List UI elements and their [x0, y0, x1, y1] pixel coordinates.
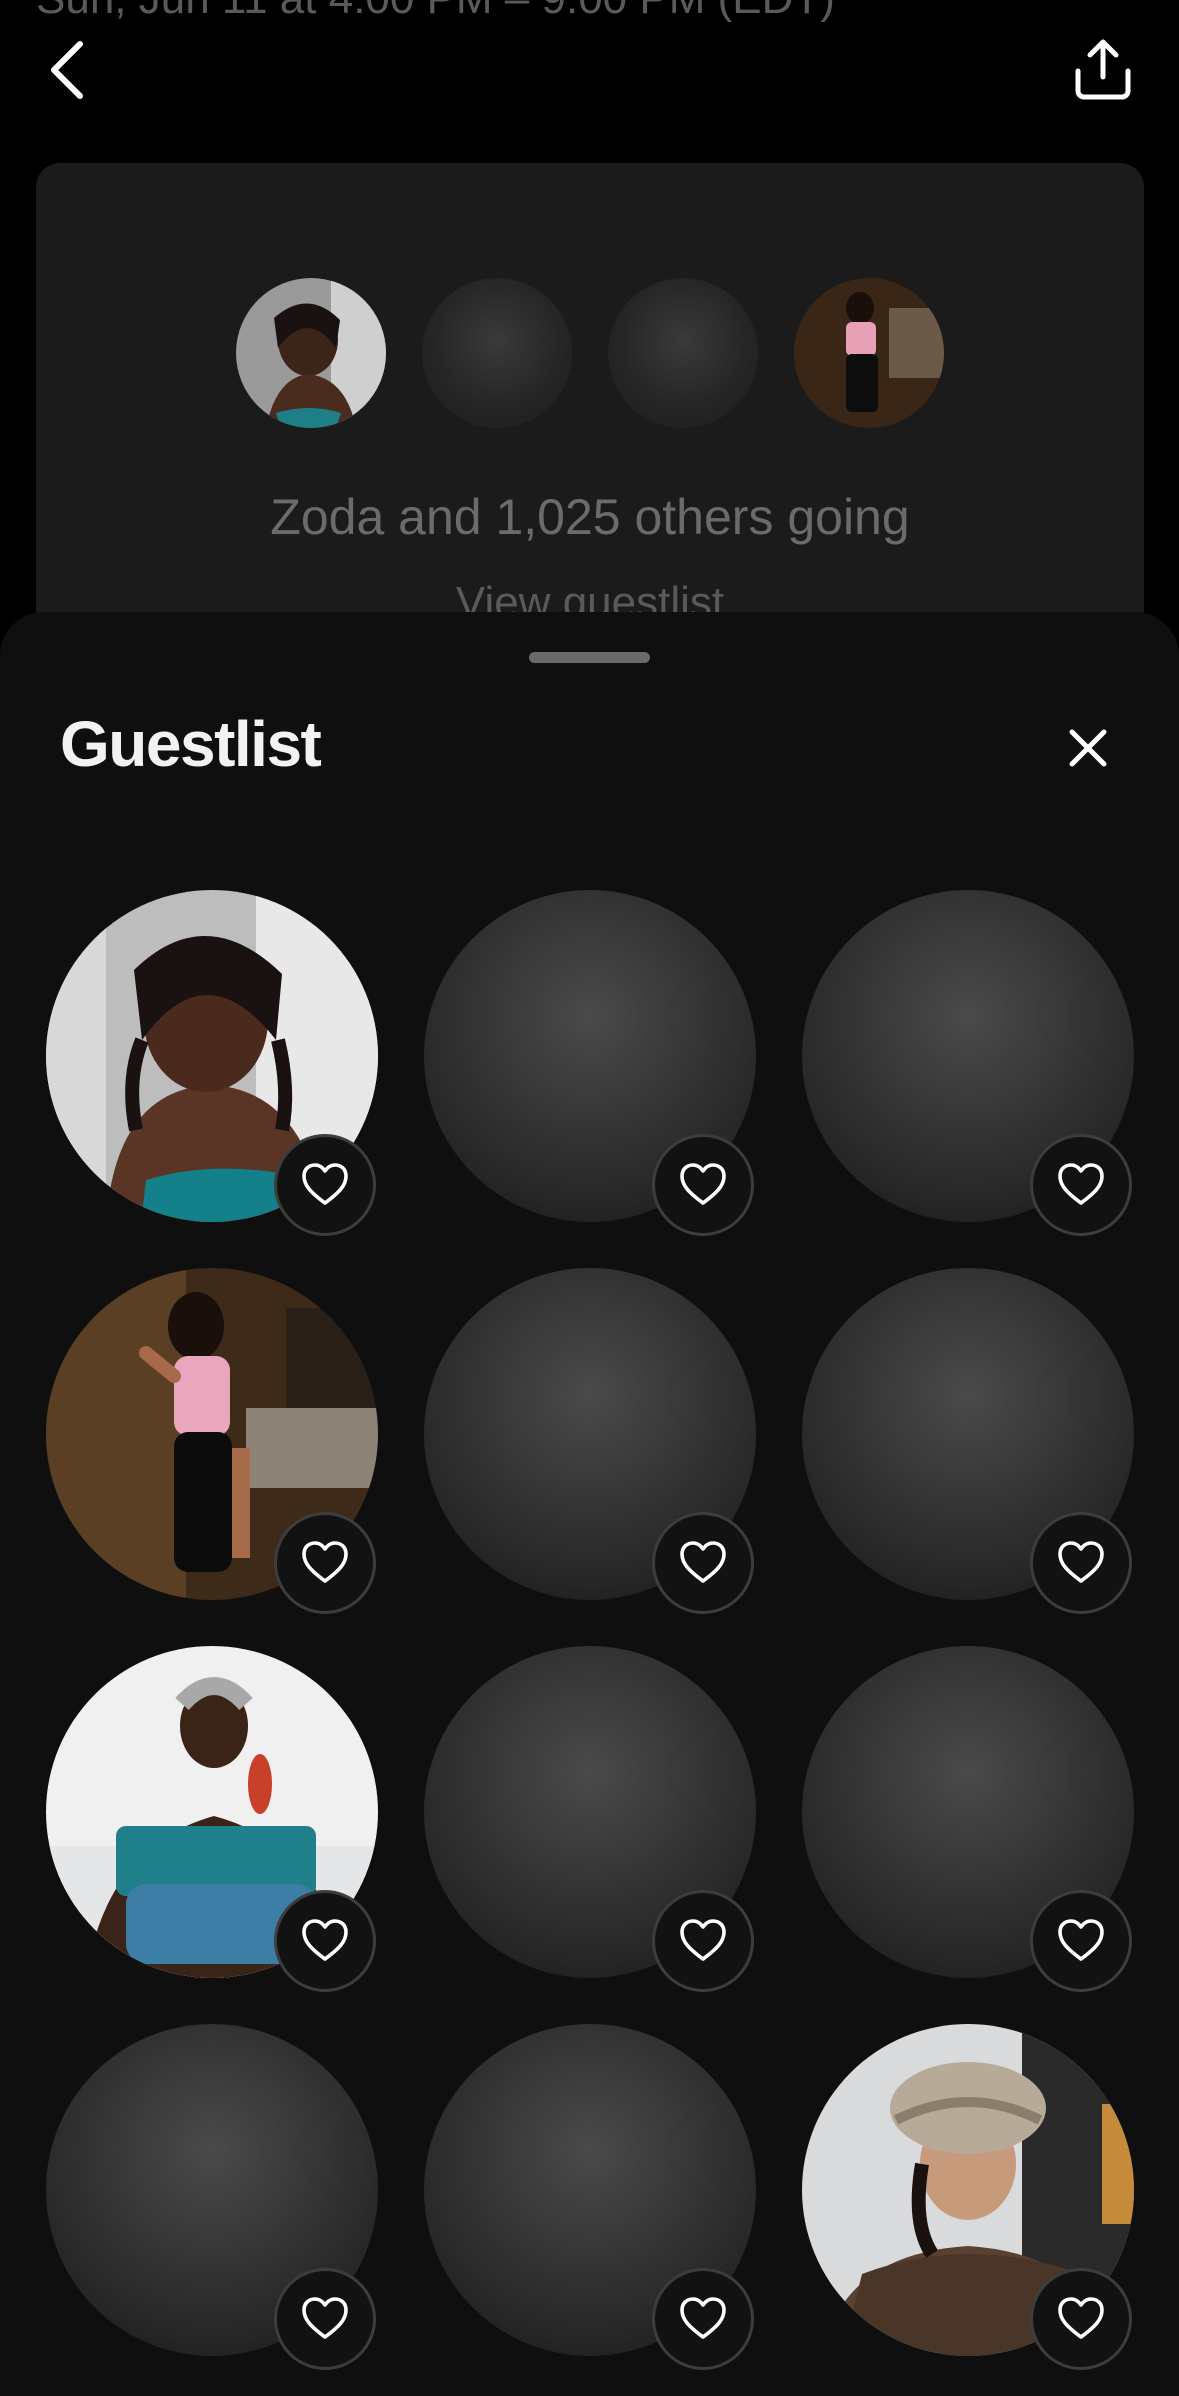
going-count-text: Zoda and 1,025 others going — [270, 489, 910, 545]
guest-item[interactable] — [802, 2024, 1134, 2370]
heart-icon — [680, 1919, 726, 1961]
chevron-left-icon — [51, 41, 83, 99]
avatar — [236, 278, 386, 428]
favorite-button[interactable] — [1030, 1134, 1132, 1236]
heart-icon — [302, 1541, 348, 1583]
favorite-button[interactable] — [274, 1890, 376, 1992]
favorite-button[interactable] — [1030, 1512, 1132, 1614]
guest-item[interactable] — [802, 1268, 1134, 1614]
favorite-button[interactable] — [652, 2268, 754, 2370]
heart-icon — [1058, 1541, 1104, 1583]
guest-item[interactable] — [46, 2024, 378, 2370]
guest-item[interactable] — [424, 1646, 756, 1992]
guestlist-sheet: Guestlist — [0, 612, 1179, 2396]
heart-icon — [302, 1163, 348, 1205]
heart-icon — [1058, 2297, 1104, 2339]
attendees-card[interactable]: Zoda and 1,025 others going View guestli… — [36, 163, 1144, 683]
guest-item[interactable] — [46, 1268, 378, 1614]
heart-icon — [1058, 1919, 1104, 1961]
favorite-button[interactable] — [1030, 1890, 1132, 1992]
guest-item[interactable] — [424, 2024, 756, 2370]
heart-icon — [680, 2297, 726, 2339]
back-button[interactable] — [28, 30, 108, 110]
favorite-button[interactable] — [274, 2268, 376, 2370]
sheet-title: Guestlist — [60, 708, 322, 780]
guest-item[interactable] — [802, 890, 1134, 1236]
favorite-button[interactable] — [274, 1134, 376, 1236]
heart-icon — [302, 2297, 348, 2339]
favorite-button[interactable] — [652, 1512, 754, 1614]
close-icon — [1069, 729, 1107, 767]
favorite-button[interactable] — [274, 1512, 376, 1614]
share-button[interactable] — [1063, 30, 1143, 110]
heart-icon — [680, 1541, 726, 1583]
heart-icon — [302, 1919, 348, 1961]
event-date-time: Sun, Jun 11 at 4:00 PM – 9:00 PM (EDT) — [36, 0, 835, 24]
sheet-grabber[interactable] — [529, 652, 650, 663]
favorite-button[interactable] — [652, 1134, 754, 1236]
guest-item[interactable] — [46, 890, 378, 1236]
avatar — [608, 278, 758, 428]
guest-grid — [46, 890, 1136, 2370]
favorite-button[interactable] — [1030, 2268, 1132, 2370]
share-icon — [1075, 39, 1131, 100]
guest-item[interactable] — [424, 890, 756, 1236]
guest-item[interactable] — [424, 1268, 756, 1614]
favorite-button[interactable] — [652, 1890, 754, 1992]
close-button[interactable] — [1055, 715, 1121, 781]
guest-item[interactable] — [46, 1646, 378, 1992]
event-page: Sun, Jun 11 at 4:00 PM – 9:00 PM (EDT) — [0, 0, 1179, 2396]
attendee-avatar-row — [36, 278, 1144, 428]
guest-item[interactable] — [802, 1646, 1134, 1992]
avatar — [422, 278, 572, 428]
avatar — [794, 278, 944, 428]
heart-icon — [680, 1163, 726, 1205]
heart-icon — [1058, 1163, 1104, 1205]
